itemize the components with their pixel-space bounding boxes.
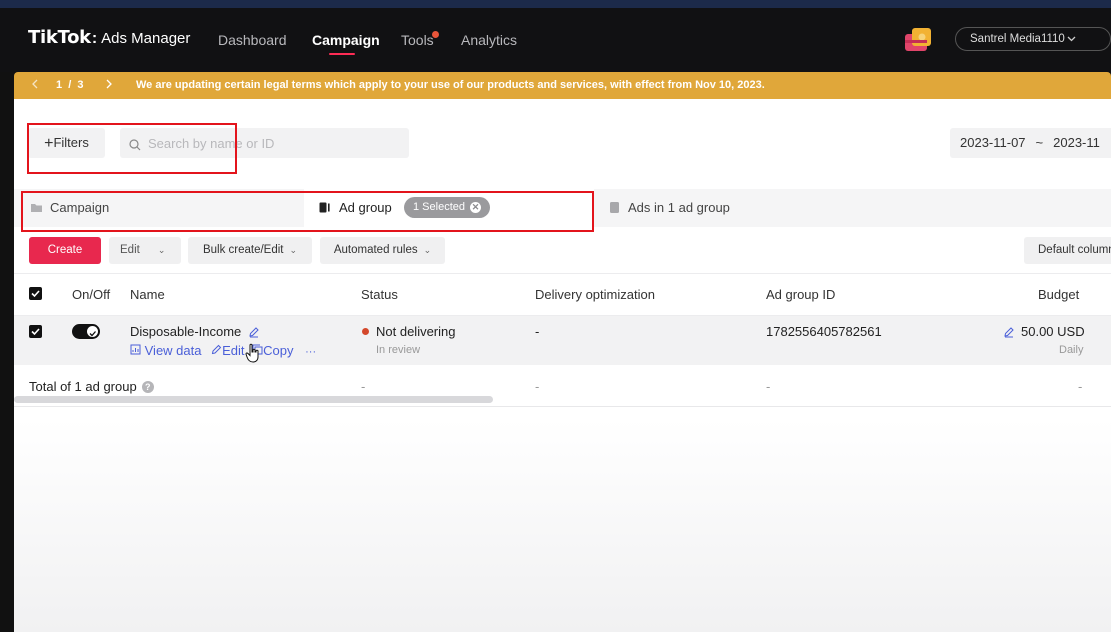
nav-active-indicator (329, 53, 355, 55)
date-end: 2023-11 (1053, 135, 1100, 150)
bulk-label: Bulk create/Edit (202, 244, 284, 256)
gift-icon[interactable] (903, 25, 933, 53)
more-actions-icon[interactable]: ··· (305, 346, 316, 358)
total-delivery: - (535, 379, 540, 394)
banner-next-icon[interactable] (105, 78, 113, 93)
status-dot (362, 328, 369, 335)
pencil-icon (211, 344, 222, 355)
nav-analytics[interactable]: Analytics (461, 32, 517, 48)
account-selector[interactable]: Santrel Media1110 (955, 27, 1111, 51)
view-data-link[interactable]: View data (130, 343, 201, 358)
row-checkbox[interactable] (29, 325, 42, 338)
edit-label: Edit (120, 244, 140, 256)
ad-group-id-value: 1782556405782561 (766, 324, 882, 339)
tools-notification-dot (432, 31, 439, 38)
date-range-picker[interactable]: 2023-11-07 ~2023-11 (950, 128, 1111, 158)
view-data-label: View data (144, 343, 202, 358)
header-status[interactable]: Status (361, 287, 398, 302)
create-button[interactable]: Create (29, 237, 101, 264)
date-start: 2023-11-07 (960, 135, 1026, 150)
edit-row-label: Edit (222, 343, 245, 358)
toggle-knob (87, 326, 98, 337)
chevron-down-icon (1067, 29, 1076, 57)
status-subtext: In review (376, 344, 421, 356)
create-label: Create (47, 244, 83, 256)
rename-pencil-icon[interactable] (248, 326, 260, 338)
automated-rules-dropdown[interactable]: Automated rules ⌄ (320, 237, 445, 264)
chevron-down-icon: ⌄ (423, 245, 432, 255)
help-icon[interactable]: ? (141, 381, 154, 393)
banner-pager: 1 / 3 (56, 79, 84, 91)
annotation-box-tabs (21, 191, 594, 232)
legal-update-banner: 1 / 3 We are updating certain legal term… (14, 72, 1111, 99)
tiktok-ads-manager-logo[interactable]: TikTok : Ads Manager (28, 27, 190, 48)
select-all-checkbox[interactable] (29, 287, 42, 300)
edit-dropdown[interactable]: Edit ⌄ (109, 237, 181, 264)
budget-subtext: Daily (1059, 344, 1084, 356)
edit-budget-icon[interactable] (1003, 326, 1015, 338)
budget-value: 50.00 USD (1021, 324, 1085, 339)
nav-campaign[interactable]: Campaign (312, 32, 380, 48)
banner-prev-icon[interactable] (31, 78, 39, 93)
tab-ads[interactable]: Ads in 1 ad group (594, 189, 894, 227)
on-off-toggle[interactable] (72, 324, 100, 339)
header-budget[interactable]: Budget (1038, 287, 1079, 302)
header-name[interactable]: Name (130, 287, 165, 302)
chevron-down-icon: ⌄ (157, 245, 166, 255)
ad-group-name-link[interactable]: Disposable-Income (130, 324, 241, 339)
annotation-box-filters (27, 123, 237, 174)
banner-message: We are updating certain legal terms whic… (136, 79, 765, 91)
header-ad-group-id[interactable]: Ad group ID (766, 287, 835, 302)
logo-brand: TikTok (28, 27, 91, 48)
chart-icon (130, 344, 141, 355)
hand-cursor-icon (245, 343, 259, 363)
nav-dashboard[interactable]: Dashboard (218, 32, 287, 48)
chevron-down-icon: ⌄ (289, 245, 298, 255)
header-delivery-optimization[interactable]: Delivery optimization (535, 287, 655, 302)
automated-rules-label: Automated rules (333, 244, 418, 256)
header-on-off: On/Off (72, 287, 111, 302)
status-text: Not delivering (376, 324, 456, 339)
nav-tools[interactable]: Tools (401, 32, 434, 48)
total-ad-group-id: - (766, 379, 771, 394)
columns-dropdown[interactable]: Default columns (1024, 237, 1111, 264)
horizontal-scrollbar[interactable] (14, 396, 493, 403)
delivery-optimization-value: - (535, 324, 540, 339)
bulk-create-edit-dropdown[interactable]: Bulk create/Edit ⌄ (188, 237, 312, 264)
top-navbar: TikTok : Ads Manager Dashboard Campaign … (0, 8, 1111, 72)
edit-link[interactable]: Edit (211, 343, 245, 358)
total-status: - (361, 379, 366, 394)
copy-label: Copy (263, 343, 294, 358)
ad-icon (610, 202, 619, 213)
row-actions: View data Edit Copy ··· (130, 343, 316, 358)
logo-product: Ads Manager (101, 30, 191, 47)
total-label: Total of 1 ad group? (29, 379, 154, 394)
total-label-text: Total of 1 ad group (29, 379, 137, 394)
tab-ads-label: Ads in 1 ad group (628, 200, 730, 215)
account-name: Santrel Media1110 (970, 33, 1065, 45)
browser-top-strip (0, 0, 1111, 8)
date-separator: ~ (1035, 135, 1044, 150)
logo-colon: : (91, 30, 98, 47)
total-budget: - (1078, 379, 1083, 394)
columns-label: Default columns (1038, 244, 1111, 256)
